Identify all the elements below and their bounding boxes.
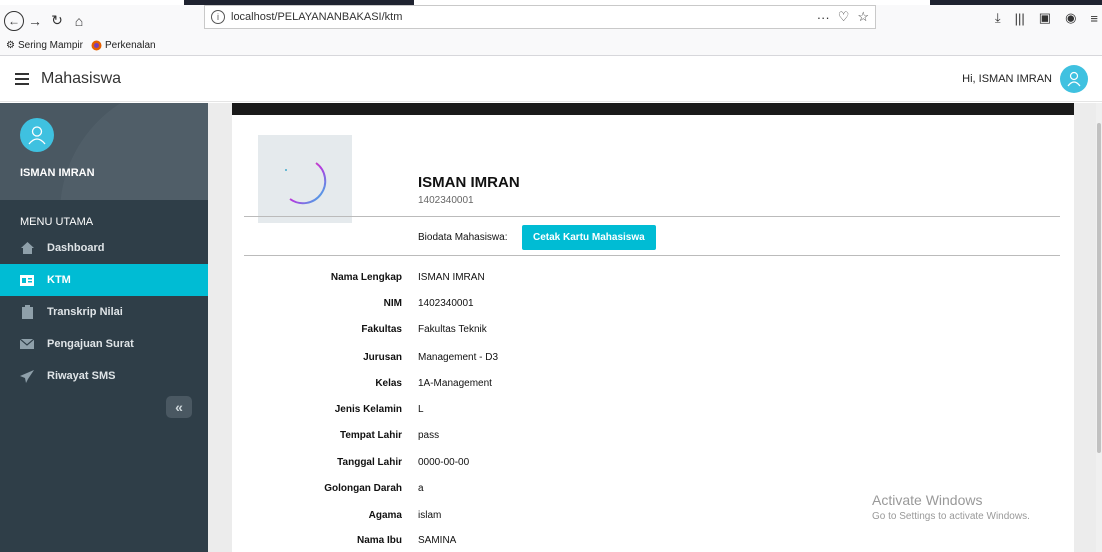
bookmark-sering-mampir[interactable]: ⚙ Sering Mampir xyxy=(6,40,83,51)
detail-row-fakultas: Fakultas Fakultas Teknik xyxy=(361,323,487,335)
detail-row-nim: NIM 1402340001 xyxy=(383,297,474,309)
hamburger-menu-icon[interactable] xyxy=(15,70,29,88)
more-actions-icon[interactable]: ··· xyxy=(817,10,830,25)
download-icon[interactable]: ⤓ xyxy=(995,10,1001,26)
page-title: Mahasiswa xyxy=(41,70,122,87)
bookmarks-bar: ⚙ Sering Mampir Perkenalan xyxy=(0,36,1102,56)
page-scrollbar[interactable] xyxy=(1096,103,1102,552)
mail-icon xyxy=(20,337,34,351)
app-header: Mahasiswa Hi, ISMAN IMRAN xyxy=(0,57,1102,102)
back-arrow-icon[interactable]: ← xyxy=(4,10,24,31)
windows-activation-watermark: Activate Windows Go to Settings to activ… xyxy=(872,492,1030,522)
id-card-icon xyxy=(20,273,34,287)
info-icon[interactable]: i xyxy=(211,10,225,24)
clipboard-icon xyxy=(20,305,34,319)
detail-row-jurusan: Jurusan Management - D3 xyxy=(363,351,499,363)
home-icon[interactable]: ⌂ xyxy=(68,10,90,32)
sidebar-user-name: ISMAN IMRAN xyxy=(20,167,95,179)
toolbar-right-icons: ⤓ ||| ▣ ◉ ≡ xyxy=(995,10,1098,26)
avatar xyxy=(20,118,54,152)
menu-heading: MENU UTAMA xyxy=(20,216,94,228)
print-student-card-button[interactable]: Cetak Kartu Mahasiswa xyxy=(522,225,656,250)
firefox-icon xyxy=(91,40,102,51)
divider xyxy=(244,255,1060,256)
profile-name: ISMAN IMRAN xyxy=(418,174,520,191)
detail-row-jenis-kelamin: Jenis Kelamin L xyxy=(334,403,424,415)
main-content: ISMAN IMRAN 1402340001 Biodata Mahasiswa… xyxy=(208,103,1096,552)
sidebar-item-riwayat-sms[interactable]: Riwayat SMS xyxy=(0,360,208,392)
loading-spinner-icon xyxy=(285,162,327,205)
home-icon xyxy=(20,241,34,255)
detail-row-tempat-lahir: Tempat Lahir pass xyxy=(339,429,440,441)
detail-row-nama-ibu: Nama Ibu SAMINA xyxy=(356,534,457,546)
detail-row-nama-lengkap: Nama Lengkap ISMAN IMRAN xyxy=(330,271,485,283)
collapse-sidebar-button[interactable]: « xyxy=(166,396,192,418)
divider xyxy=(244,216,1060,217)
send-icon xyxy=(20,369,34,383)
sidebar-item-pengajuan-surat[interactable]: Pengajuan Surat xyxy=(0,328,208,360)
menu-icon[interactable]: ≡ xyxy=(1090,11,1098,26)
url-text[interactable]: localhost/PELAYANANBAKASI/ktm xyxy=(231,11,402,23)
library-icon[interactable]: ||| xyxy=(1015,11,1025,26)
sidebar-toggle-icon[interactable]: ▣ xyxy=(1039,10,1051,26)
pocket-icon[interactable]: ♡ xyxy=(838,9,850,25)
forward-arrow-icon[interactable]: → xyxy=(24,10,46,32)
bookmark-perkenalan[interactable]: Perkenalan xyxy=(91,40,156,51)
profile-photo-loading xyxy=(258,135,352,223)
user-greeting[interactable]: Hi, ISMAN IMRAN xyxy=(962,73,1052,85)
scrollbar-thumb[interactable] xyxy=(1097,123,1101,453)
biodata-label: Biodata Mahasiswa: xyxy=(418,232,508,243)
detail-row-kelas: Kelas 1A-Management xyxy=(375,377,492,389)
account-icon[interactable]: ◉ xyxy=(1065,10,1076,26)
sidebar-item-dashboard[interactable]: Dashboard xyxy=(0,232,208,264)
sidebar-profile: ISMAN IMRAN xyxy=(0,103,208,200)
user-icon xyxy=(28,126,46,145)
gear-icon: ⚙ xyxy=(6,40,15,51)
card-header-bar xyxy=(232,103,1074,115)
bookmark-star-icon[interactable]: ☆ xyxy=(857,9,869,25)
profile-card: ISMAN IMRAN 1402340001 Biodata Mahasiswa… xyxy=(232,103,1074,552)
detail-row-tanggal-lahir: Tanggal Lahir 0000-00-00 xyxy=(337,456,470,468)
profile-nim: 1402340001 xyxy=(418,195,474,206)
reload-icon[interactable]: ↻ xyxy=(46,10,68,32)
avatar[interactable] xyxy=(1060,65,1088,93)
sidebar-item-transkrip-nilai[interactable]: Transkrip Nilai xyxy=(0,296,208,328)
sidebar: ISMAN IMRAN MENU UTAMA Dashboard KTM Tra… xyxy=(0,103,208,552)
sidebar-item-ktm[interactable]: KTM xyxy=(0,264,208,296)
address-bar[interactable]: i localhost/PELAYANANBAKASI/ktm ··· ♡ ☆ xyxy=(204,5,876,29)
user-icon xyxy=(1067,71,1081,87)
